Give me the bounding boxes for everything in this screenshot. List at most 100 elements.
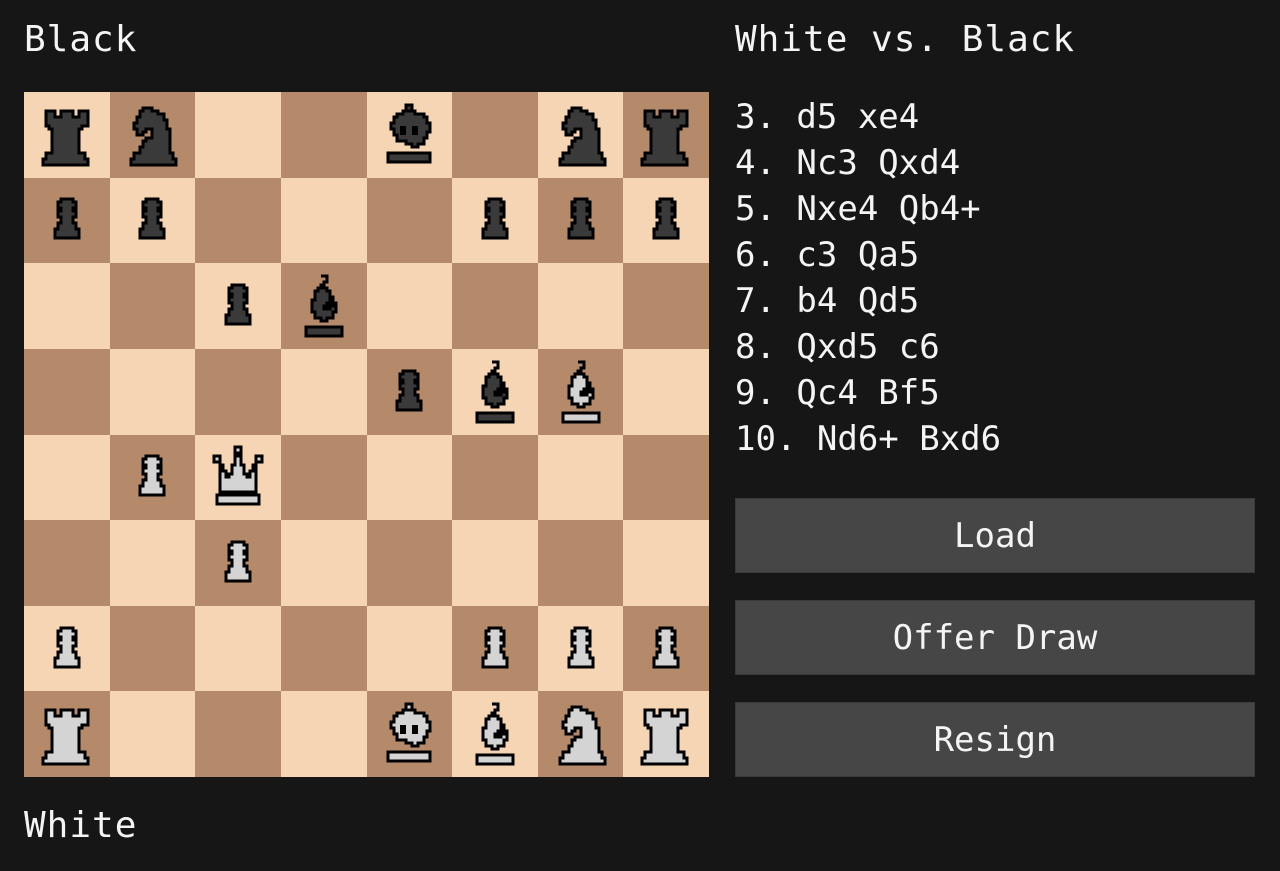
square-g1[interactable]	[537, 691, 624, 777]
square-f7[interactable]	[452, 177, 538, 264]
move-list: 3. d5 xe4 4. Nc3 Qxd4 5. Nxe4 Qb4+ 6. c3 Qa…	[735, 94, 1001, 462]
square-b2[interactable]	[109, 605, 196, 692]
square-d3[interactable]	[280, 520, 367, 606]
load-button[interactable]: Load	[735, 498, 1255, 573]
black-knight-icon[interactable]	[116, 99, 188, 171]
square-d7[interactable]	[280, 177, 367, 264]
white-pawn-icon[interactable]	[545, 613, 617, 685]
white-rook-icon[interactable]	[31, 698, 103, 770]
square-c2[interactable]	[195, 605, 281, 692]
white-pawn-icon[interactable]	[31, 613, 103, 685]
move-entry: 10. Nd6+ Bxd6	[735, 419, 1002, 459]
square-a1[interactable]	[24, 691, 110, 777]
square-d4[interactable]	[280, 434, 367, 521]
square-c1[interactable]	[195, 691, 281, 777]
white-pawn-icon[interactable]	[630, 613, 702, 685]
square-h7[interactable]	[623, 177, 709, 264]
square-c8[interactable]	[195, 92, 281, 178]
resign-button[interactable]: Resign	[735, 702, 1255, 777]
square-f6[interactable]	[452, 263, 538, 349]
black-bishop-icon[interactable]	[288, 270, 360, 342]
square-e2[interactable]	[366, 605, 453, 692]
square-b7[interactable]	[109, 177, 196, 264]
square-a5[interactable]	[24, 348, 110, 435]
square-c4[interactable]	[195, 434, 281, 521]
square-h1[interactable]	[623, 691, 709, 777]
square-f5[interactable]	[452, 348, 538, 435]
square-b6[interactable]	[109, 263, 196, 349]
square-c5[interactable]	[195, 348, 281, 435]
square-h6[interactable]	[623, 263, 709, 349]
square-a4[interactable]	[24, 434, 110, 521]
move-entry: 5. Nxe4 Qb4+	[735, 189, 981, 229]
square-g5[interactable]	[537, 348, 624, 435]
square-c3[interactable]	[195, 520, 281, 606]
white-bishop-icon[interactable]	[545, 356, 617, 428]
white-pawn-icon[interactable]	[202, 527, 274, 599]
square-b8[interactable]	[109, 92, 196, 178]
white-bishop-icon[interactable]	[459, 698, 531, 770]
square-h2[interactable]	[623, 605, 709, 692]
square-e1[interactable]	[366, 691, 453, 777]
square-d5[interactable]	[280, 348, 367, 435]
square-h4[interactable]	[623, 434, 709, 521]
black-pawn-icon[interactable]	[459, 184, 531, 256]
white-rook-icon[interactable]	[630, 698, 702, 770]
square-d1[interactable]	[280, 691, 367, 777]
square-c6[interactable]	[195, 263, 281, 349]
square-b3[interactable]	[109, 520, 196, 606]
square-e7[interactable]	[366, 177, 453, 264]
square-f4[interactable]	[452, 434, 538, 521]
square-d2[interactable]	[280, 605, 367, 692]
black-pawn-icon[interactable]	[630, 184, 702, 256]
white-queen-icon[interactable]	[202, 441, 274, 513]
square-e3[interactable]	[366, 520, 453, 606]
square-g3[interactable]	[537, 520, 624, 606]
square-a6[interactable]	[24, 263, 110, 349]
square-b4[interactable]	[109, 434, 196, 521]
square-d6[interactable]	[280, 263, 367, 349]
black-rook-icon[interactable]	[630, 99, 702, 171]
square-g4[interactable]	[537, 434, 624, 521]
square-h8[interactable]	[623, 92, 709, 178]
chess-board[interactable]	[24, 92, 709, 777]
square-e5[interactable]	[366, 348, 453, 435]
square-f3[interactable]	[452, 520, 538, 606]
square-c7[interactable]	[195, 177, 281, 264]
white-pawn-icon[interactable]	[116, 441, 188, 513]
square-e8[interactable]	[366, 92, 453, 178]
square-f1[interactable]	[452, 691, 538, 777]
white-king-icon[interactable]	[373, 698, 445, 770]
black-bishop-icon[interactable]	[459, 356, 531, 428]
white-knight-icon[interactable]	[545, 698, 617, 770]
black-knight-icon[interactable]	[545, 99, 617, 171]
square-e4[interactable]	[366, 434, 453, 521]
black-pawn-icon[interactable]	[116, 184, 188, 256]
black-pawn-icon[interactable]	[545, 184, 617, 256]
top-player-name: Black	[24, 19, 138, 60]
square-b1[interactable]	[109, 691, 196, 777]
offer-draw-button[interactable]: Offer Draw	[735, 600, 1255, 675]
square-g6[interactable]	[537, 263, 624, 349]
square-a7[interactable]	[24, 177, 110, 264]
square-a8[interactable]	[24, 92, 110, 178]
black-king-icon[interactable]	[373, 99, 445, 171]
move-entry: 9. Qc4 Bf5	[735, 373, 940, 413]
square-b5[interactable]	[109, 348, 196, 435]
black-pawn-icon[interactable]	[202, 270, 274, 342]
square-d8[interactable]	[280, 92, 367, 178]
square-a2[interactable]	[24, 605, 110, 692]
black-rook-icon[interactable]	[31, 99, 103, 171]
square-e6[interactable]	[366, 263, 453, 349]
square-g7[interactable]	[537, 177, 624, 264]
white-pawn-icon[interactable]	[459, 613, 531, 685]
square-f2[interactable]	[452, 605, 538, 692]
black-pawn-icon[interactable]	[31, 184, 103, 256]
square-h3[interactable]	[623, 520, 709, 606]
square-g2[interactable]	[537, 605, 624, 692]
black-pawn-icon[interactable]	[373, 356, 445, 428]
square-f8[interactable]	[452, 92, 538, 178]
square-g8[interactable]	[537, 92, 624, 178]
square-a3[interactable]	[24, 520, 110, 606]
square-h5[interactable]	[623, 348, 709, 435]
